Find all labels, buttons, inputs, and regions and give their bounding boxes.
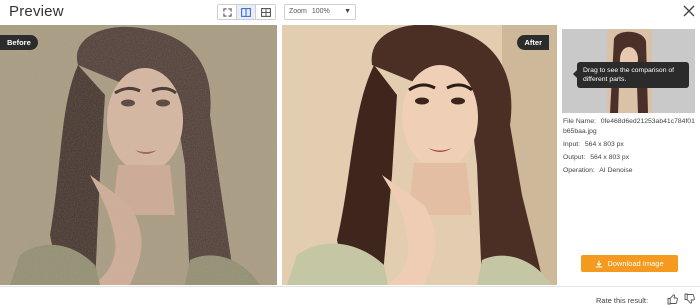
after-image-panel[interactable]: After xyxy=(282,25,557,285)
output-value: 564 x 803 px xyxy=(590,153,630,161)
close-icon[interactable] xyxy=(682,4,696,18)
input-value: 564 x 803 px xyxy=(584,140,624,148)
fullscreen-button[interactable] xyxy=(218,5,237,19)
download-icon xyxy=(596,260,603,268)
before-badge: Before xyxy=(0,35,38,50)
operation-value: AI Denoise xyxy=(599,166,633,174)
download-label: Download Image xyxy=(607,259,664,268)
preview-dialog: Preview Zoom 100% ▼ Before After Drag to… xyxy=(0,0,700,307)
zoom-select[interactable]: Zoom 100% ▼ xyxy=(284,4,356,20)
comparison-tooltip: Drag to see the comparison of different … xyxy=(573,62,689,88)
before-image xyxy=(0,25,277,285)
input-label: Input: xyxy=(563,140,581,148)
zoom-value: 100% xyxy=(311,8,330,15)
before-image-panel[interactable]: Before xyxy=(0,25,277,285)
page-title: Preview xyxy=(9,3,64,20)
split-view-button[interactable] xyxy=(237,5,256,19)
chevron-down-icon: ▼ xyxy=(344,8,351,15)
rate-label: Rate this result: xyxy=(596,296,649,305)
header-bar: Preview Zoom 100% ▼ xyxy=(0,0,700,24)
thumbs-up-icon[interactable] xyxy=(667,293,679,305)
file-info: File Name: 0fe468d6ed21253ab41c784f01b65… xyxy=(563,117,698,179)
footer-bar: Rate this result: xyxy=(0,286,700,307)
operation-label: Operation: xyxy=(563,166,595,174)
file-name-label: File Name: xyxy=(563,118,596,125)
thumbs-down-icon[interactable] xyxy=(684,293,696,305)
side-by-side-button[interactable] xyxy=(256,5,275,19)
after-badge: After xyxy=(517,35,549,50)
zoom-label: Zoom xyxy=(289,8,307,15)
side-by-side-icon xyxy=(260,7,271,17)
view-mode-toggle xyxy=(217,4,276,20)
fullscreen-icon xyxy=(222,7,232,17)
split-view-icon xyxy=(241,7,251,17)
output-label: Output: xyxy=(563,153,586,161)
download-image-button[interactable]: Download Image xyxy=(581,255,678,272)
after-image xyxy=(282,25,557,285)
